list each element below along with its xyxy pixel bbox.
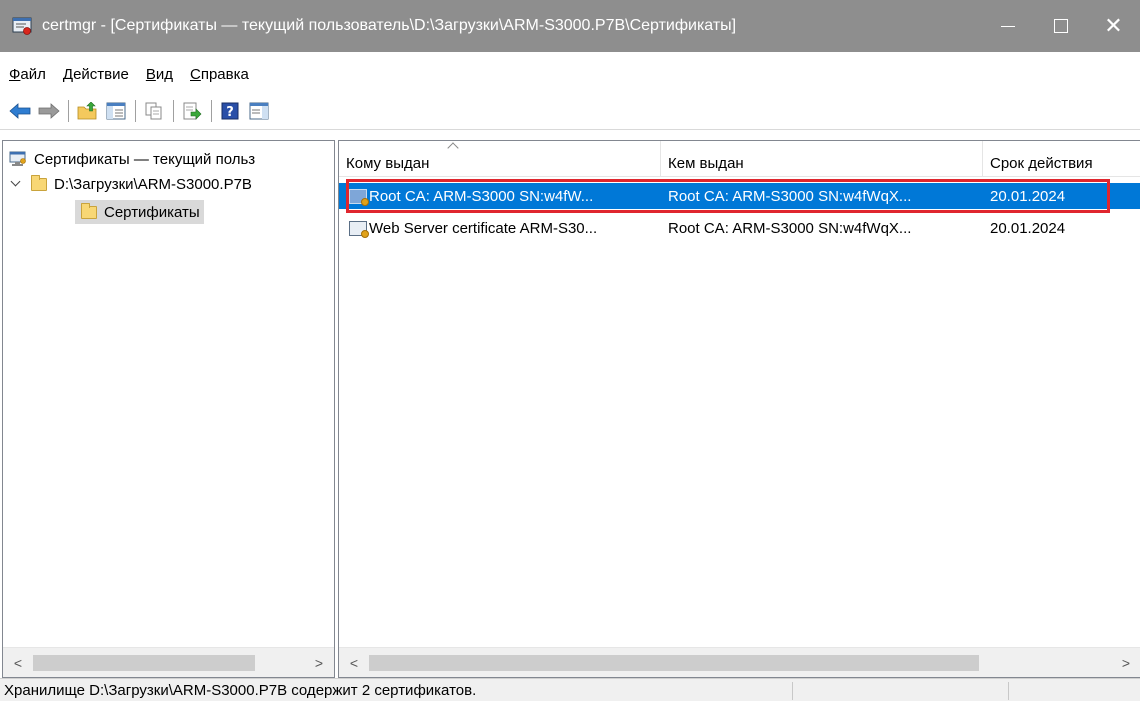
issued-to-cell: Web Server certificate ARM-S30... bbox=[369, 219, 598, 237]
status-separator bbox=[1008, 682, 1009, 700]
folder-icon bbox=[31, 174, 47, 191]
menu-bar: Файл Действие Вид Справка bbox=[0, 60, 266, 88]
scroll-left-icon[interactable]: < bbox=[339, 648, 369, 677]
toolbar: ? bbox=[0, 92, 1140, 130]
maximize-button[interactable] bbox=[1034, 0, 1087, 52]
export-list-button[interactable] bbox=[180, 99, 204, 123]
list-column-headers: Кому выдан Кем выдан Срок действия bbox=[339, 141, 1140, 177]
status-bar: Хранилище D:\Загрузки\ARM-S3000.P7B соде… bbox=[0, 678, 1140, 701]
certmgr-app-icon[interactable] bbox=[12, 16, 32, 36]
folder-icon bbox=[81, 202, 97, 219]
scroll-thumb[interactable] bbox=[369, 655, 979, 671]
tree-item-label: Сертификаты — текущий польз bbox=[34, 150, 256, 168]
tree-horizontal-scrollbar[interactable]: < > bbox=[3, 647, 334, 677]
status-separator bbox=[792, 682, 793, 700]
scroll-right-icon[interactable]: > bbox=[1111, 648, 1140, 677]
menu-action[interactable]: Действие bbox=[63, 66, 129, 83]
column-header-expiration[interactable]: Срок действия bbox=[983, 141, 1140, 177]
tree-item-label: Сертификаты bbox=[104, 203, 200, 221]
menu-file[interactable]: Файл bbox=[9, 66, 46, 83]
title-bar: certmgr - [Сертификаты — текущий пользов… bbox=[0, 0, 1140, 52]
scroll-right-icon[interactable]: > bbox=[304, 648, 334, 678]
toolbar-separator bbox=[173, 99, 174, 122]
back-arrow-icon bbox=[9, 102, 31, 119]
back-button[interactable] bbox=[8, 99, 32, 123]
toolbar-separator bbox=[211, 99, 212, 122]
help-icon: ? bbox=[221, 102, 239, 120]
column-header-issued-to[interactable]: Кому выдан bbox=[339, 141, 661, 177]
up-level-button[interactable] bbox=[75, 99, 99, 123]
console-tree-icon bbox=[106, 102, 126, 119]
selection-highlight-annotation bbox=[346, 179, 1110, 213]
tree-item-certificates-current-user[interactable]: Сертификаты — текущий польз bbox=[9, 147, 255, 171]
issued-by-cell: Root CA: ARM-S3000 SN:w4fWqX... bbox=[668, 219, 912, 237]
close-icon: ✕ bbox=[1104, 13, 1123, 38]
menu-view[interactable]: Вид bbox=[146, 66, 173, 83]
svg-text:?: ? bbox=[226, 105, 234, 120]
show-hide-action-pane-button[interactable] bbox=[247, 99, 271, 123]
certificate-icon bbox=[349, 220, 369, 238]
help-button[interactable]: ? bbox=[218, 99, 242, 123]
list-horizontal-scrollbar[interactable]: < > bbox=[339, 647, 1140, 677]
export-list-icon bbox=[183, 102, 202, 120]
certificate-row[interactable]: Web Server certificate ARM-S30... Root C… bbox=[339, 215, 1140, 241]
certificate-list-pane: Кому выдан Кем выдан Срок действия Root … bbox=[338, 140, 1140, 678]
copy-icon bbox=[145, 102, 162, 119]
action-pane-icon bbox=[249, 102, 269, 119]
forward-button[interactable] bbox=[37, 99, 61, 123]
column-header-issued-by[interactable]: Кем выдан bbox=[661, 141, 983, 177]
scroll-left-icon[interactable]: < bbox=[3, 648, 33, 678]
console-tree-pane[interactable]: Сертификаты — текущий польз D:\Загрузки\… bbox=[2, 140, 335, 678]
certificates-store-icon bbox=[9, 151, 26, 166]
expiration-cell: 20.01.2024 bbox=[990, 219, 1066, 237]
close-button[interactable]: ✕ bbox=[1087, 0, 1140, 52]
chevron-down-icon[interactable] bbox=[9, 177, 23, 191]
tree-item-p7b-file[interactable]: D:\Загрузки\ARM-S3000.P7B bbox=[9, 172, 252, 196]
scroll-thumb[interactable] bbox=[33, 655, 255, 671]
tree-item-certificates[interactable]: Сертификаты bbox=[75, 200, 204, 224]
status-text: Хранилище D:\Загрузки\ARM-S3000.P7B соде… bbox=[4, 681, 477, 699]
copy-button[interactable] bbox=[142, 99, 166, 123]
maximize-icon bbox=[1053, 19, 1068, 33]
menu-help[interactable]: Справка bbox=[190, 66, 249, 83]
window-title: certmgr - [Сертификаты — текущий пользов… bbox=[42, 17, 737, 34]
minimize-button[interactable] bbox=[981, 0, 1034, 52]
sort-ascending-icon bbox=[447, 142, 459, 154]
toolbar-separator bbox=[135, 99, 136, 122]
show-hide-console-tree-button[interactable] bbox=[104, 99, 128, 123]
forward-arrow-icon bbox=[38, 102, 60, 119]
tree-item-label: D:\Загрузки\ARM-S3000.P7B bbox=[54, 175, 252, 193]
minimize-icon bbox=[1000, 25, 1015, 27]
toolbar-separator bbox=[68, 99, 69, 122]
folder-up-icon bbox=[77, 101, 97, 119]
